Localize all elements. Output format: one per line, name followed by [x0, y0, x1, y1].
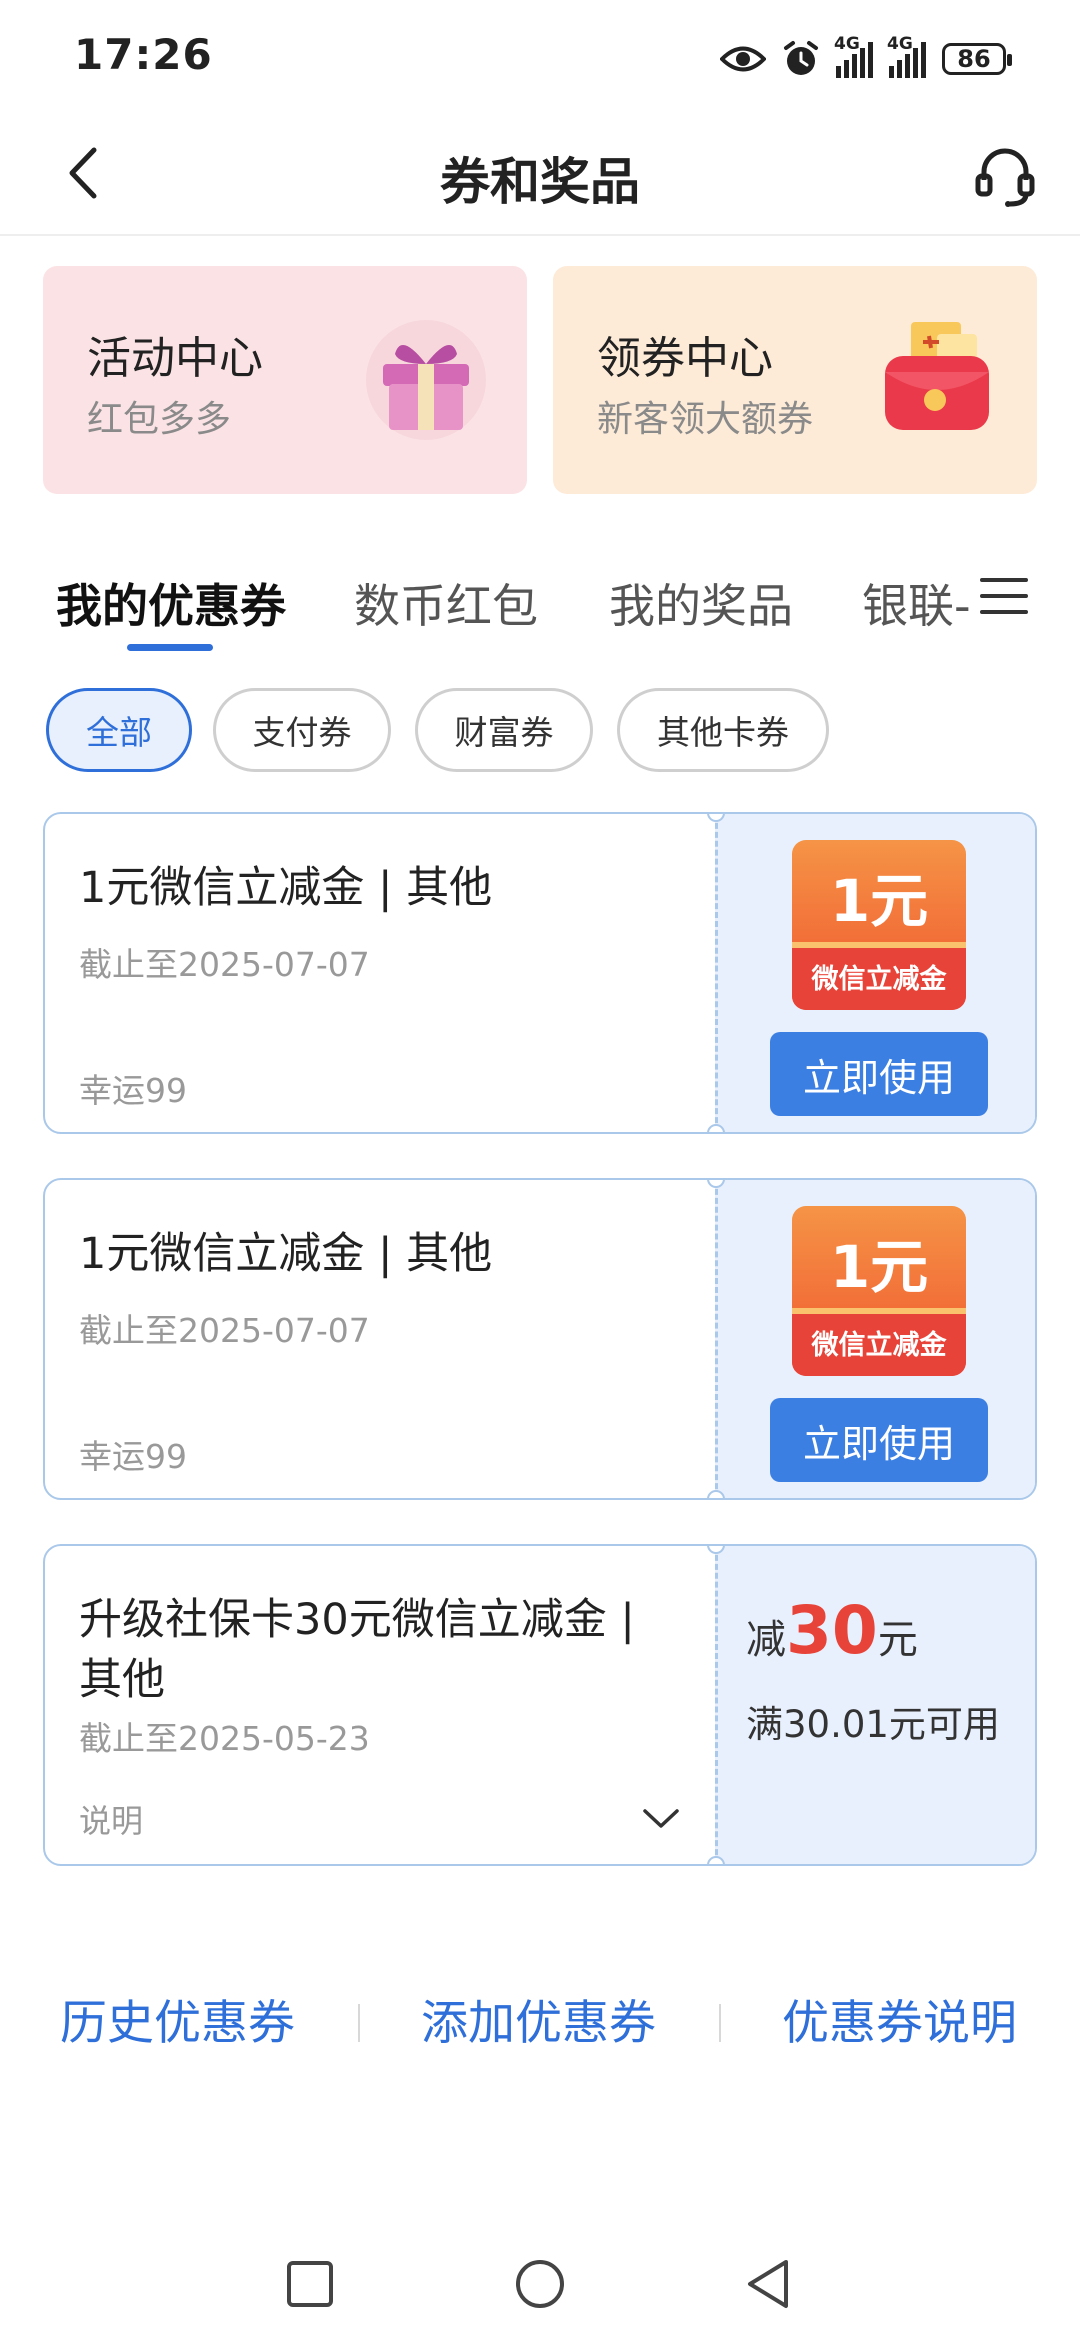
- red-envelope-icon: [885, 322, 989, 430]
- coupon-title: 升级社保卡30元微信立减金 | 其他: [79, 1595, 635, 1705]
- wechat-voucher-badge: 1元 微信立减金: [792, 840, 966, 1010]
- coupon-card[interactable]: 1元微信立减金 | 其他 截止至2025-07-07 幸运99 1元 微信立减金…: [43, 1178, 1037, 1500]
- battery-icon: 86: [942, 43, 1012, 75]
- coupon-title: 1元微信立减金 | 其他: [79, 1229, 493, 1279]
- chip-wealth[interactable]: 财富券: [415, 688, 593, 772]
- menu-icon[interactable]: [978, 570, 1030, 622]
- page-title: 券和奖品: [440, 153, 640, 211]
- add-coupon-link[interactable]: 添加优惠券: [421, 1984, 656, 2053]
- recent-apps-icon[interactable]: [282, 2256, 338, 2312]
- coupon-title: 1元微信立减金 | 其他: [79, 863, 493, 913]
- coupon-info: 升级社保卡30元微信立减金 | 其他 截止至2025-05-23 说明: [45, 1546, 715, 1864]
- coupon-rules-link[interactable]: 优惠券说明: [782, 1984, 1017, 2053]
- coupon-expiry: 截止至2025-07-07: [79, 945, 370, 984]
- history-coupons-link[interactable]: 历史优惠券: [60, 1984, 295, 2053]
- eye-icon: [720, 46, 766, 72]
- coupon-info: 1元微信立减金 | 其他 截止至2025-07-07 幸运99: [45, 1180, 715, 1498]
- link-divider: [358, 2004, 360, 2042]
- discount-value: 30: [786, 1592, 878, 1669]
- headset-icon[interactable]: [970, 140, 1040, 210]
- wechat-voucher-badge: 1元 微信立减金: [792, 1206, 966, 1376]
- discount-amount: 减30元: [746, 1592, 918, 1669]
- badge-text: 微信立减金: [811, 1330, 947, 1361]
- alarm-icon: [784, 41, 818, 75]
- chip-payment[interactable]: 支付券: [213, 688, 391, 772]
- promo-subtitle: 红包多多: [87, 399, 232, 440]
- coupon-action-panel: 1元 微信立减金 立即使用: [715, 814, 1035, 1132]
- system-nav-bar: [0, 2228, 1080, 2340]
- footer-links: 历史优惠券 添加优惠券 优惠券说明: [0, 1984, 1080, 2064]
- filter-chips: 全部 支付券 财富券 其他卡券: [0, 688, 1080, 778]
- coupon-tag: 幸运99: [79, 1071, 187, 1110]
- discount-prefix: 减: [746, 1617, 786, 1663]
- coupon-card[interactable]: 升级社保卡30元微信立减金 | 其他 截止至2025-05-23 说明 减30元…: [43, 1544, 1037, 1866]
- promo-title: 活动中心: [87, 333, 263, 384]
- promo-subtitle: 新客领大额券: [597, 399, 814, 440]
- tab-my-coupons[interactable]: 我的优惠券: [56, 570, 286, 636]
- coupon-expiry: 截止至2025-05-23: [79, 1719, 370, 1758]
- promo-title: 领券中心: [597, 333, 773, 384]
- home-icon[interactable]: [512, 2256, 568, 2312]
- use-now-button[interactable]: 立即使用: [770, 1032, 988, 1116]
- coupon-discount-panel: 减30元 满30.01元可用: [715, 1546, 1035, 1864]
- coupon-info: 1元微信立减金 | 其他 截止至2025-07-07 幸运99: [45, 814, 715, 1132]
- activity-center-card[interactable]: 活动中心 红包多多: [43, 266, 527, 494]
- battery-level: 86: [957, 45, 991, 73]
- status-icons: 4G 4G 86: [720, 34, 1012, 84]
- network-type: 4G: [834, 34, 860, 54]
- chip-all[interactable]: 全部: [46, 688, 192, 772]
- coupon-description-link[interactable]: 说明: [79, 1796, 143, 1842]
- link-divider: [719, 2004, 721, 2042]
- chevron-down-icon[interactable]: [641, 1804, 681, 1834]
- signal-icon: 4G: [887, 34, 926, 78]
- title-bar: 券和奖品: [0, 118, 1080, 236]
- network-type: 4G: [887, 34, 913, 54]
- badge-text: 微信立减金: [811, 964, 947, 995]
- tab-digital-red-packets[interactable]: 数币红包: [354, 570, 538, 636]
- coupon-tag: 幸运99: [79, 1437, 187, 1476]
- coupon-center-card[interactable]: 领券中心 新客领大额券: [553, 266, 1037, 494]
- signal-icon: 4G: [834, 34, 873, 78]
- status-bar: 17:26 4G 4G 86: [0, 0, 1080, 118]
- status-time: 17:26: [74, 30, 213, 79]
- use-now-button[interactable]: 立即使用: [770, 1398, 988, 1482]
- discount-unit: 元: [877, 1617, 918, 1663]
- coupon-tabs: 我的优惠券 数币红包 我的奖品 银联-: [0, 540, 1080, 660]
- gift-box-icon: [366, 320, 486, 440]
- active-tab-indicator: [127, 644, 213, 651]
- coupon-action-panel: 1元 微信立减金 立即使用: [715, 1180, 1035, 1498]
- badge-amount: 1元: [829, 1233, 929, 1301]
- tab-my-prizes[interactable]: 我的奖品: [609, 570, 793, 636]
- discount-condition: 满30.01元可用: [746, 1703, 1000, 1746]
- coupon-expiry: 截止至2025-07-07: [79, 1311, 370, 1350]
- chip-other-cards[interactable]: 其他卡券: [617, 688, 829, 772]
- coupon-card[interactable]: 1元微信立减金 | 其他 截止至2025-07-07 幸运99 1元 微信立减金…: [43, 812, 1037, 1134]
- badge-amount: 1元: [829, 867, 929, 935]
- back-icon[interactable]: [740, 2256, 796, 2312]
- tab-unionpay[interactable]: 银联-: [862, 570, 971, 636]
